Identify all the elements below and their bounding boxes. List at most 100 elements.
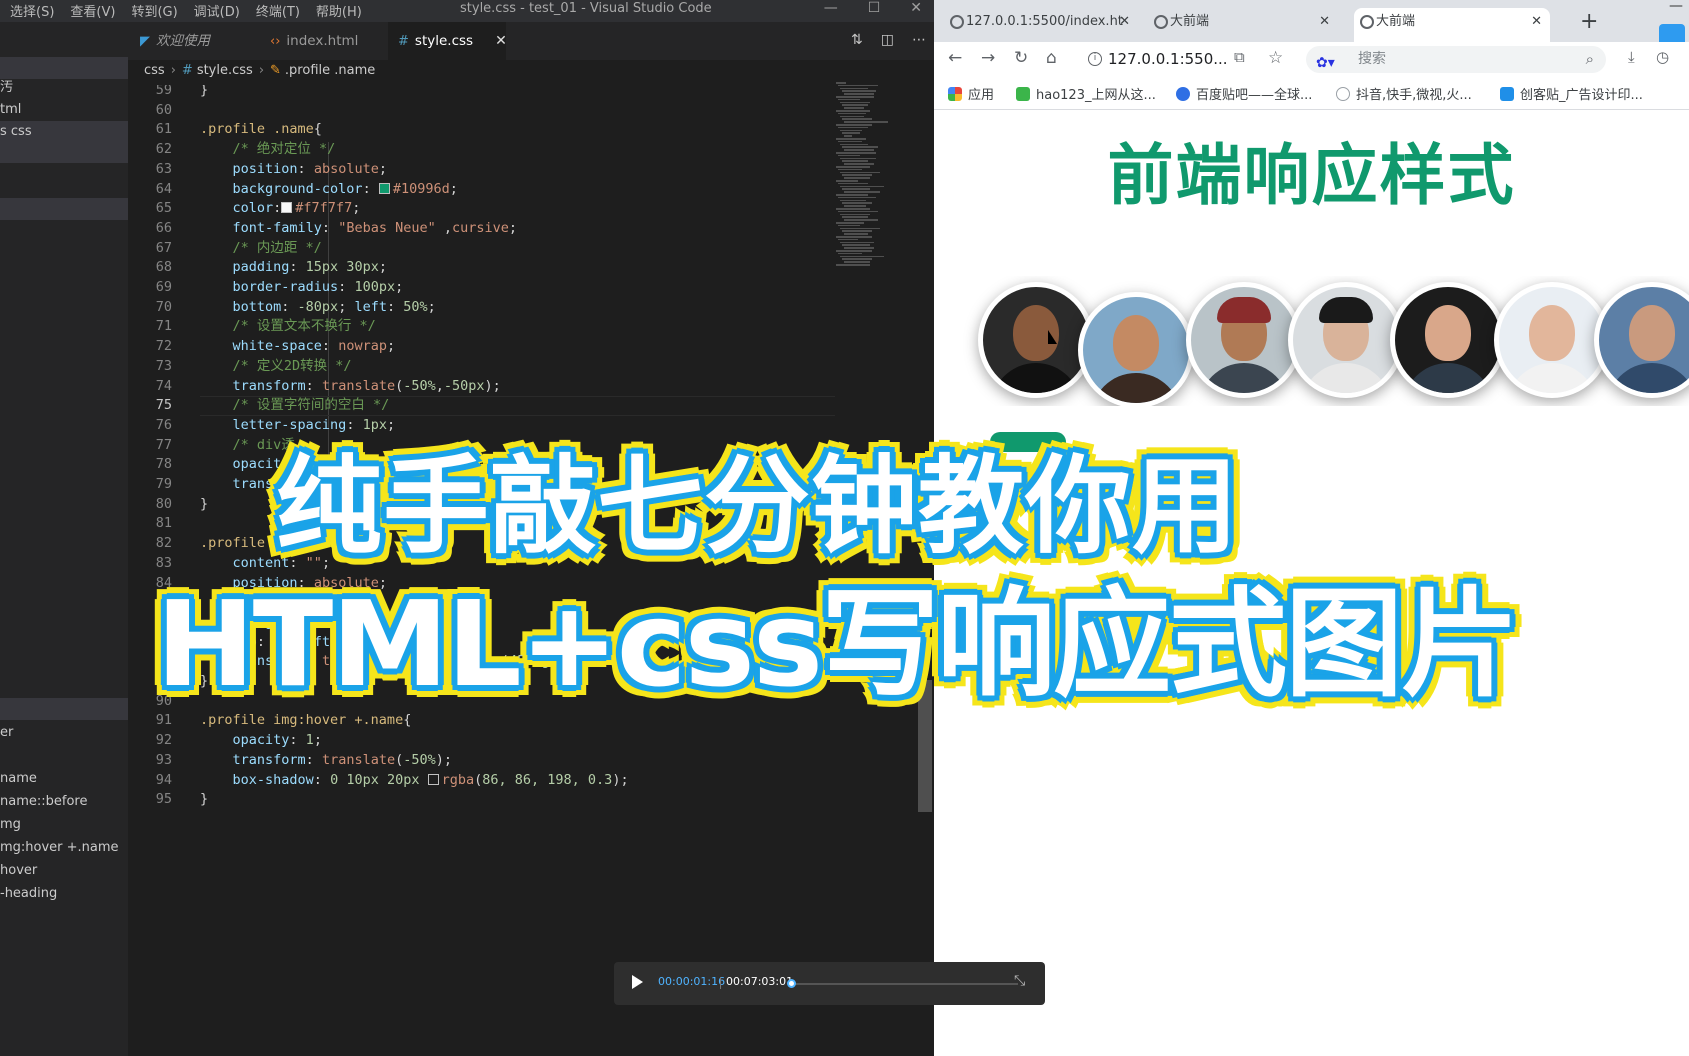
outline-section-header[interactable] bbox=[0, 698, 128, 720]
seek-knob[interactable] bbox=[786, 979, 796, 988]
split-editor-icon[interactable]: ◫ bbox=[881, 32, 894, 48]
line-number: 74 bbox=[155, 377, 172, 394]
baidu-paw-icon[interactable]: ✿▾ bbox=[1316, 50, 1335, 77]
back-icon[interactable]: ← bbox=[948, 48, 962, 68]
breadcrumb-file[interactable]: style.css bbox=[197, 63, 253, 78]
browser-tab-active[interactable]: 大前端 ✕ bbox=[1354, 8, 1550, 42]
menu-goto[interactable]: 转到(G) bbox=[131, 1, 177, 20]
download-icon[interactable]: ⤓ bbox=[1628, 48, 1635, 66]
compare-changes-icon[interactable]: ⇅ bbox=[851, 32, 863, 48]
breadcrumb-symbol[interactable]: .profile .name bbox=[285, 63, 375, 78]
search-icon[interactable]: ⌕ bbox=[1586, 46, 1594, 73]
sidebar-item-selected[interactable]: s css bbox=[0, 121, 128, 163]
tab-close-icon[interactable]: ✕ bbox=[1319, 8, 1330, 36]
outline-item[interactable]: mg bbox=[0, 814, 128, 836]
sidebar-section-header[interactable] bbox=[0, 198, 128, 220]
play-icon[interactable] bbox=[632, 975, 643, 989]
minimap-line bbox=[838, 182, 868, 185]
menu-help[interactable]: 帮助(H) bbox=[316, 1, 362, 20]
browser-tab-dafrontend[interactable]: 大前端 ✕ bbox=[1148, 8, 1338, 42]
minimap-line bbox=[844, 233, 868, 235]
outline-item[interactable]: name bbox=[0, 768, 128, 790]
minimap-line bbox=[838, 196, 876, 199]
current-time: 00:00:01:16 bbox=[658, 975, 726, 988]
minimap-line bbox=[836, 180, 858, 182]
menu-view[interactable]: 查看(V) bbox=[70, 1, 115, 20]
tab-close-icon[interactable]: ✕ bbox=[1119, 8, 1130, 36]
color-swatch-icon[interactable] bbox=[427, 773, 439, 785]
new-tab-button[interactable]: + bbox=[1580, 9, 1598, 34]
code-text: bottom: -80px; left: 50%; bbox=[200, 298, 436, 315]
code-text: background-color: #10996d; bbox=[200, 180, 458, 197]
bookmark-apps[interactable]: 应用 bbox=[948, 84, 994, 103]
browser-tab-localhost[interactable]: 127.0.0.1:5500/index.ht ✕ bbox=[944, 8, 1138, 42]
outline-item[interactable]: mg:hover +.name bbox=[0, 837, 128, 859]
code-text: position: absolute; bbox=[200, 160, 387, 177]
outline-item[interactable]: hover bbox=[0, 860, 128, 882]
breadcrumb-folder[interactable]: css bbox=[144, 63, 165, 78]
baidu-icon bbox=[1176, 87, 1190, 101]
tab-close-icon[interactable]: ✕ bbox=[495, 33, 507, 49]
editor-tab-bar: ◤ 欢迎使用 ‹› index.html # style.css ✕ ⇅ ◫ ⋯ bbox=[128, 22, 934, 60]
more-actions-icon[interactable]: ⋯ bbox=[912, 32, 926, 48]
tab-style-css[interactable]: # style.css ✕ bbox=[388, 22, 507, 60]
home-icon[interactable]: ⌂ bbox=[1046, 48, 1057, 68]
avatar-smiling-man[interactable] bbox=[978, 282, 1094, 398]
minimap[interactable] bbox=[836, 82, 918, 282]
maximize-icon[interactable]: ☐ bbox=[868, 0, 881, 16]
address-text[interactable]: 127.0.0.1:550... bbox=[1108, 50, 1228, 68]
tab-index-html[interactable]: ‹› index.html bbox=[260, 22, 388, 60]
bookmark-hao123[interactable]: hao123_上网从这... bbox=[1016, 84, 1156, 103]
line-number: 72 bbox=[155, 338, 172, 355]
avatar-woman-black-hat[interactable] bbox=[1288, 282, 1404, 398]
minimap-line bbox=[840, 185, 884, 188]
bookmark-star-icon[interactable]: ☆ bbox=[1268, 48, 1283, 68]
color-swatch-icon[interactable] bbox=[281, 202, 293, 214]
line-number: 75 bbox=[155, 397, 172, 414]
code-text: /* 内边距 */ bbox=[200, 239, 322, 256]
sidebar-item[interactable]: tml bbox=[0, 99, 128, 121]
translate-icon[interactable]: ⧉ bbox=[1234, 48, 1245, 66]
minimize-icon[interactable]: — bbox=[824, 0, 838, 16]
color-swatch-icon[interactable] bbox=[378, 182, 390, 194]
site-info-icon[interactable]: i bbox=[1088, 52, 1102, 66]
menu-select[interactable]: 选择(S) bbox=[10, 1, 54, 20]
menu-terminal[interactable]: 终端(T) bbox=[256, 1, 300, 20]
code-text: white-space: nowrap; bbox=[200, 338, 396, 355]
sidebar-section-header[interactable] bbox=[0, 57, 128, 79]
avatar-man-dark-bg[interactable] bbox=[1390, 282, 1506, 398]
avatar-man-beanie[interactable] bbox=[1186, 282, 1302, 398]
avatar-woman-beach[interactable] bbox=[1078, 292, 1194, 406]
minimap-line bbox=[840, 255, 884, 258]
avatar-partial[interactable] bbox=[1594, 282, 1689, 398]
forward-icon[interactable]: → bbox=[981, 48, 995, 68]
outline-item[interactable]: -heading bbox=[0, 883, 128, 905]
sidebar-item[interactable]: 汚 bbox=[0, 77, 128, 99]
history-icon[interactable]: ◷ bbox=[1656, 48, 1669, 66]
bookmark-chuangkit[interactable]: 创客贴_广告设计印... bbox=[1500, 84, 1643, 103]
address-bar[interactable]: i 127.0.0.1:550... bbox=[1084, 46, 1254, 73]
minimize-icon[interactable]: — bbox=[1669, 0, 1683, 14]
reload-icon[interactable]: ↻ bbox=[1014, 48, 1028, 68]
seek-bar[interactable] bbox=[786, 979, 1018, 988]
avatar-body bbox=[1507, 363, 1597, 393]
outline-item[interactable]: name::before bbox=[0, 791, 128, 813]
menu-debug[interactable]: 调试(D) bbox=[194, 1, 240, 20]
bookmark-tieba[interactable]: 百度贴吧——全球... bbox=[1176, 84, 1312, 103]
outline-item[interactable]: er bbox=[0, 722, 128, 744]
avatar-body bbox=[1091, 373, 1181, 403]
minimap-line bbox=[840, 157, 876, 160]
tab-welcome[interactable]: ◤ 欢迎使用 bbox=[130, 22, 260, 60]
vscode-titlebar: 选择(S) 查看(V) 转到(G) 调试(D) 终端(T) 帮助(H) styl… bbox=[0, 0, 934, 22]
minimap-line bbox=[836, 110, 870, 112]
bookmark-douyin[interactable]: 抖音,快手,微视,火... bbox=[1336, 84, 1472, 103]
exit-fullscreen-icon[interactable]: ⤡ bbox=[1014, 973, 1025, 989]
tab-close-icon[interactable]: ✕ bbox=[1531, 8, 1542, 36]
line-number: 73 bbox=[155, 357, 172, 374]
search-box[interactable]: ✿▾ 搜索 ⌕ bbox=[1306, 46, 1606, 73]
line-number: 70 bbox=[155, 298, 172, 315]
search-placeholder[interactable]: 搜索 bbox=[1358, 46, 1386, 73]
editor-actions: ⇅ ◫ ⋯ bbox=[851, 32, 926, 48]
avatar-young-man-confetti[interactable] bbox=[1494, 282, 1610, 398]
close-icon[interactable]: ✕ bbox=[910, 0, 922, 16]
